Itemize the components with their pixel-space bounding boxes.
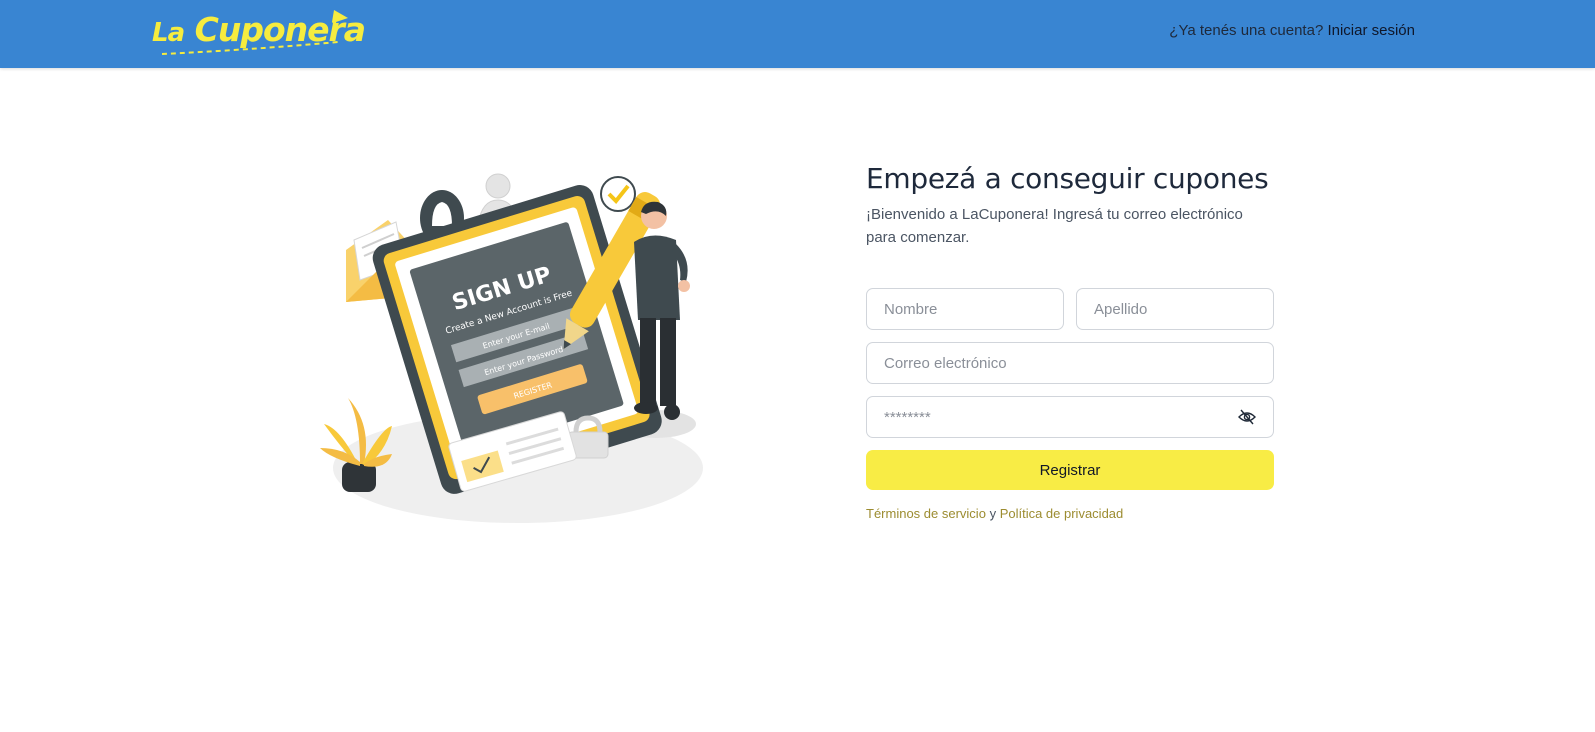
login-link[interactable]: Iniciar sesión: [1327, 22, 1415, 39]
la-cuponera-logo[interactable]: La Cuponera: [148, 4, 366, 60]
login-prompt-text: ¿Ya tenés una cuenta?: [1169, 22, 1324, 39]
password-input[interactable]: [866, 396, 1274, 438]
signup-illustration-art: SIGN UP Create a New Account is Free Ent…: [320, 173, 703, 523]
page-subtitle: ¡Bienvenido a LaCuponera! Ingresá tu cor…: [866, 206, 1243, 246]
last-name-input[interactable]: [1076, 288, 1274, 330]
top-navbar: La Cuponera ¿Ya tenés una cuenta? Inicia…: [0, 0, 1595, 68]
signup-intro: Empezá a conseguir cupones ¡Bienvenido a…: [866, 162, 1274, 249]
eye-slash-icon[interactable]: [1238, 409, 1256, 425]
register-button[interactable]: Registrar: [866, 450, 1274, 490]
privacy-link[interactable]: Política de privacidad: [1000, 506, 1124, 521]
email-input[interactable]: [866, 342, 1274, 384]
terms-link[interactable]: Términos de servicio: [866, 506, 986, 521]
signup-illustration: SIGN UP Create a New Account is Free Ent…: [318, 168, 718, 536]
password-field: [866, 396, 1274, 438]
first-name-input[interactable]: [866, 288, 1064, 330]
legal-conjunction: y: [989, 506, 997, 521]
page-title: Empezá a conseguir cupones: [866, 162, 1269, 195]
logo-text: La Cuponera: [152, 10, 366, 49]
legal-links: Términos de servicio y Política de priva…: [866, 506, 1123, 521]
login-prompt: ¿Ya tenés una cuenta? Iniciar sesión: [1169, 22, 1415, 39]
